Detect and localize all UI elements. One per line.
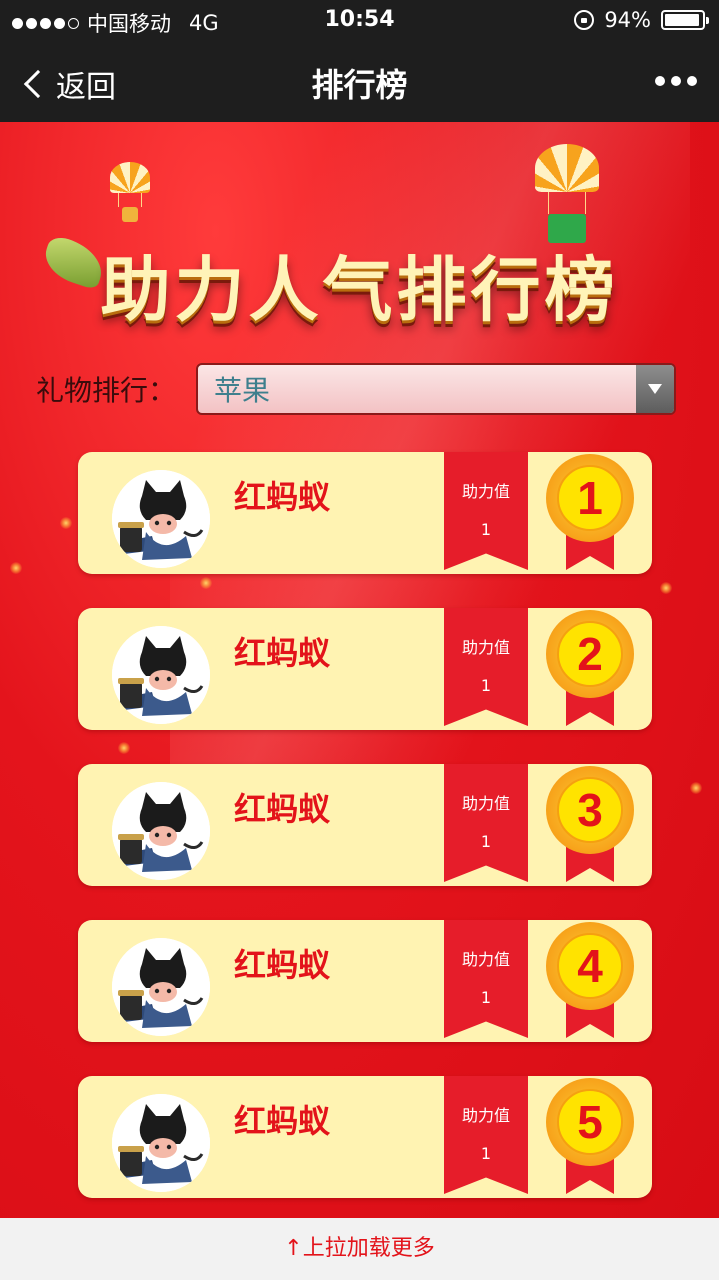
- avatar: [112, 938, 210, 1036]
- ranking-page: 助力人气排行榜 礼物排行： 苹果 红蚂蚁 助力值 1 1 红蚂蚁 助力值 1 2…: [0, 122, 719, 1218]
- ranking-item-2[interactable]: 红蚂蚁 助力值 1 2: [78, 608, 652, 730]
- gift-select[interactable]: 苹果: [196, 363, 676, 415]
- status-right: 94%: [574, 8, 709, 32]
- rank-medal-icon: 4: [544, 922, 636, 1044]
- rank-number: 4: [557, 933, 623, 999]
- user-name: 红蚂蚁: [234, 478, 331, 516]
- rank-number: 5: [557, 1089, 623, 1155]
- score-value: 1: [480, 988, 492, 1007]
- rank-medal-icon: 2: [544, 610, 636, 732]
- user-name: 红蚂蚁: [234, 634, 331, 672]
- ranking-item-1[interactable]: 红蚂蚁 助力值 1 1: [78, 452, 652, 574]
- user-name: 红蚂蚁: [234, 946, 331, 984]
- score-ribbon: 助力值 1: [444, 608, 528, 726]
- user-name: 红蚂蚁: [234, 790, 331, 828]
- score-ribbon: 助力值 1: [444, 764, 528, 882]
- avatar: [112, 1094, 210, 1192]
- gift-filter: 礼物排行： 苹果: [36, 362, 676, 416]
- chevron-down-icon[interactable]: [636, 365, 674, 413]
- rank-medal-icon: 5: [544, 1078, 636, 1200]
- battery-percent: 94%: [604, 8, 651, 32]
- rank-medal-icon: 3: [544, 766, 636, 888]
- page-title: 排行榜: [311, 66, 408, 104]
- avatar: [112, 782, 210, 880]
- rank-medal-icon: 1: [544, 454, 636, 576]
- rank-number: 2: [557, 621, 623, 687]
- medal-disc: 5: [546, 1078, 634, 1166]
- score-value: 1: [480, 1144, 492, 1163]
- more-dots-icon[interactable]: [655, 76, 697, 86]
- score-ribbon: 助力值 1: [444, 920, 528, 1038]
- avatar: [112, 470, 210, 568]
- score-value: 1: [480, 520, 492, 539]
- score-label: 助力值: [461, 1106, 510, 1125]
- ranking-list: 红蚂蚁 助力值 1 1 红蚂蚁 助力值 1 2 红蚂蚁 助力值 1 3 红蚂蚁 …: [78, 452, 652, 1218]
- score-value: 1: [480, 676, 492, 695]
- sparkle-decoration: [10, 562, 22, 574]
- rotation-lock-icon: [574, 10, 595, 30]
- user-name: 红蚂蚁: [234, 1102, 331, 1140]
- score-ribbon: 助力值 1: [444, 1076, 528, 1194]
- ranking-item-3[interactable]: 红蚂蚁 助力值 1 3: [78, 764, 652, 886]
- status-bar: 中国移动 4G 10:54 94%: [0, 0, 719, 40]
- nav-bar: 返回 排行榜: [0, 40, 719, 122]
- parachute-gift-icon: [110, 162, 150, 223]
- medal-disc: 4: [546, 922, 634, 1010]
- score-label: 助力值: [461, 638, 510, 657]
- score-label: 助力值: [461, 482, 510, 501]
- ranking-item-4[interactable]: 红蚂蚁 助力值 1 4: [78, 920, 652, 1042]
- ranking-item-5[interactable]: 红蚂蚁 助力值 1 5: [78, 1076, 652, 1198]
- load-more-hint[interactable]: ↑上拉加载更多: [0, 1218, 719, 1280]
- score-value: 1: [480, 832, 492, 851]
- rank-number: 3: [557, 777, 623, 843]
- score-ribbon: 助力值 1: [444, 452, 528, 570]
- gift-select-value: 苹果: [214, 374, 271, 407]
- medal-disc: 1: [546, 454, 634, 542]
- banner-title: 助力人气排行榜: [100, 249, 619, 331]
- battery-icon: [661, 10, 709, 30]
- avatar: [112, 626, 210, 724]
- medal-disc: 3: [546, 766, 634, 854]
- score-label: 助力值: [461, 950, 510, 969]
- parachute-gift-icon: [535, 144, 599, 243]
- medal-disc: 2: [546, 610, 634, 698]
- sparkle-decoration: [660, 582, 672, 594]
- score-label: 助力值: [461, 794, 510, 813]
- sparkle-decoration: [690, 782, 702, 794]
- gift-filter-label: 礼物排行：: [36, 374, 177, 407]
- rank-number: 1: [557, 465, 623, 531]
- sparkle-decoration: [60, 517, 72, 529]
